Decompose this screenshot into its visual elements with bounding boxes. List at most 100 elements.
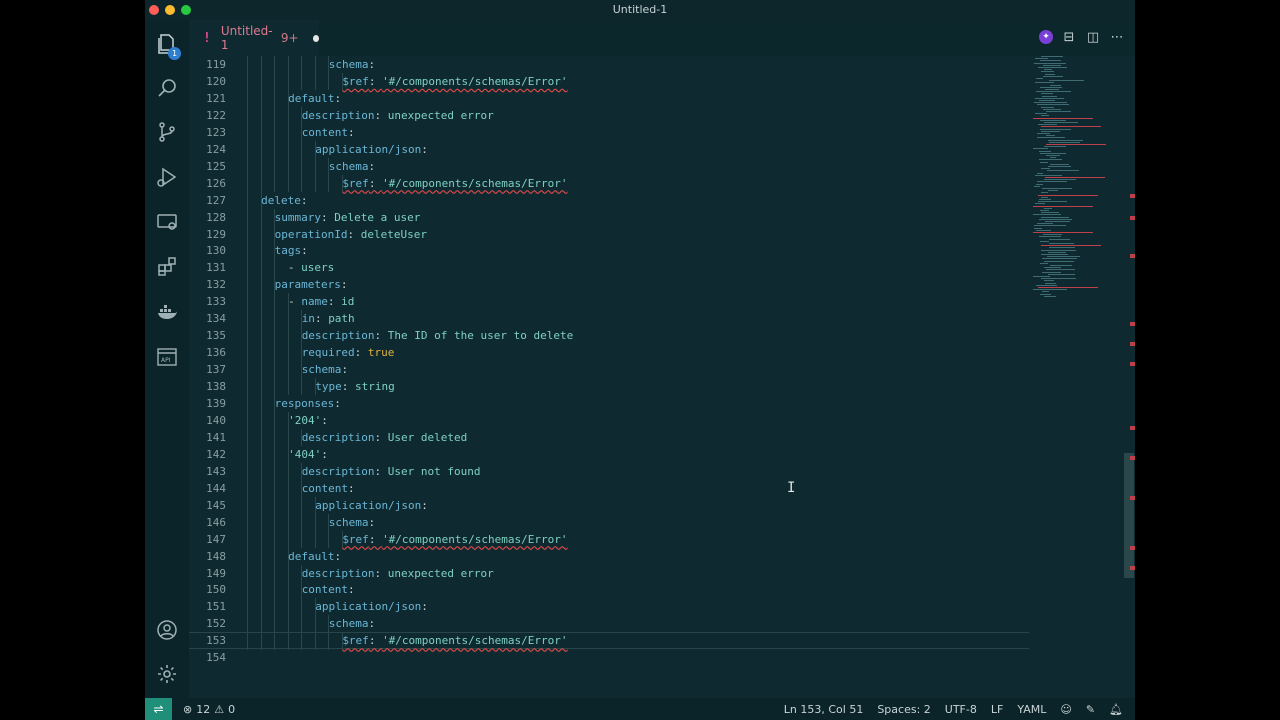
minimize-window-button[interactable]: [165, 5, 175, 15]
remote-indicator-icon[interactable]: ⇌: [145, 698, 172, 720]
code-line[interactable]: 136 required: true: [189, 344, 1029, 362]
code-text: - users: [274, 259, 334, 276]
language-mode[interactable]: YAML: [1017, 703, 1046, 716]
code-line[interactable]: 132 parameters:: [189, 276, 1029, 294]
minimap-line: [1049, 141, 1080, 143]
indent-guide: [287, 378, 289, 396]
code-line[interactable]: 125 schema:: [189, 157, 1029, 175]
indent-guide: [287, 581, 289, 599]
end-of-line[interactable]: LF: [991, 703, 1003, 716]
vertical-scrollbar[interactable]: [1123, 56, 1135, 698]
code-line[interactable]: 129 operationId: deleteUser: [189, 225, 1029, 243]
code-line[interactable]: 120 $ref: '#/components/schemas/Error': [189, 72, 1029, 90]
code-line[interactable]: 128 summary: Delete a user: [189, 208, 1029, 226]
code-token: type: [315, 380, 342, 394]
code-line[interactable]: 154: [189, 649, 1029, 666]
indent-guide: [247, 225, 248, 243]
line-number: 124: [206, 142, 226, 156]
split-editor-icon[interactable]: ◫: [1085, 29, 1101, 45]
code-line[interactable]: 139 responses:: [189, 395, 1029, 412]
code-line[interactable]: 152 schema:: [189, 615, 1029, 633]
code-editor[interactable]: 119 schema: 120 $ref: '#/components/schemas…: [189, 56, 1135, 698]
code-line[interactable]: 130 tags:: [189, 242, 1029, 260]
notifications-bell-icon[interactable]: 🔔︎: [1109, 703, 1123, 716]
code-line[interactable]: 148 default:: [189, 547, 1029, 565]
indent-guide: [260, 140, 262, 158]
encoding[interactable]: UTF-8: [945, 703, 977, 716]
problems-indicator[interactable]: ⊗ 12 ⚠ 0: [183, 698, 235, 720]
indent-guide: [287, 564, 289, 582]
code-line[interactable]: 135 description: The ID of the user to de…: [189, 327, 1029, 345]
docker-icon[interactable]: [145, 292, 189, 332]
code-line[interactable]: 133 - name: id: [189, 293, 1029, 311]
code-line[interactable]: 127 delete:: [189, 191, 1029, 209]
minimap-line: [1037, 181, 1067, 183]
code-line[interactable]: 119 schema:: [189, 56, 1029, 73]
code-line[interactable]: 122 description: unexpected error: [189, 106, 1029, 124]
code-line[interactable]: 123 content:: [189, 123, 1029, 141]
code-line[interactable]: 149 description: unexpected error: [189, 564, 1029, 582]
indent-guide: [260, 615, 262, 633]
indent-guide: [260, 327, 262, 345]
code-line[interactable]: 138 type: string: [189, 378, 1029, 396]
code-line[interactable]: 147 $ref: '#/components/schemas/Error': [189, 530, 1029, 548]
indent-guide: [274, 530, 276, 548]
code-line[interactable]: 153 $ref: '#/components/schemas/Error': [189, 632, 1029, 651]
code-line[interactable]: 144 content:: [189, 479, 1029, 497]
code-token: -: [274, 261, 302, 275]
scrollbar-thumb[interactable]: [1124, 453, 1134, 578]
indent-guide: [260, 276, 262, 294]
more-actions-icon[interactable]: ⋯: [1109, 29, 1125, 45]
line-number: 140: [206, 413, 226, 427]
code-token: description: [301, 329, 375, 343]
line-number: 151: [206, 600, 226, 614]
code-line[interactable]: 145 application/json:: [189, 496, 1029, 514]
indent-guide: [247, 445, 248, 463]
code-line[interactable]: 142 '404':: [189, 445, 1029, 463]
unsaved-dot-icon[interactable]: [312, 34, 319, 42]
api-icon[interactable]: API: [145, 337, 189, 377]
account-icon[interactable]: [145, 610, 189, 650]
explorer-files-icon[interactable]: 1: [145, 24, 189, 64]
copilot-status-icon[interactable]: ☺: [1060, 703, 1071, 716]
source-control-icon[interactable]: [145, 112, 189, 152]
minimap-line: [1042, 95, 1057, 97]
minimap-line: [1044, 146, 1066, 148]
line-number: 129: [206, 227, 226, 241]
copilot-icon[interactable]: ✦: [1039, 30, 1053, 44]
minimap-line: [1041, 254, 1068, 255]
open-preview-icon[interactable]: ⊟: [1061, 29, 1077, 45]
code-line[interactable]: 143 description: User not found: [189, 462, 1029, 480]
code-line[interactable]: 151 application/json:: [189, 598, 1029, 616]
run-debug-icon[interactable]: [145, 157, 189, 197]
code-line[interactable]: 131 - users: [189, 259, 1029, 277]
code-token: true: [367, 346, 395, 360]
code-line[interactable]: 141 description: User deleted: [189, 428, 1029, 446]
indentation[interactable]: Spaces: 2: [877, 703, 930, 716]
code-line[interactable]: 146 schema:: [189, 513, 1029, 531]
search-icon[interactable]: [145, 68, 189, 108]
maximize-window-button[interactable]: [181, 5, 191, 15]
indent-guide: [287, 462, 289, 480]
code-line[interactable]: 126 $ref: '#/components/schemas/Error': [189, 174, 1029, 192]
minimap[interactable]: [1033, 56, 1123, 316]
code-line[interactable]: 150 content:: [189, 581, 1029, 599]
indent-guide: [287, 479, 289, 497]
indent-guide: [260, 157, 262, 175]
extensions-icon[interactable]: [145, 247, 189, 287]
settings-gear-icon[interactable]: [145, 654, 189, 694]
feedback-icon[interactable]: ✎: [1086, 703, 1095, 716]
code-line[interactable]: 121 default:: [189, 89, 1029, 107]
code-line[interactable]: 134 in: path: [189, 310, 1029, 328]
indent-guide: [247, 191, 248, 209]
indent-guide: [287, 496, 289, 514]
cursor-position[interactable]: Ln 153, Col 51: [784, 703, 864, 716]
code-line[interactable]: 137 schema:: [189, 361, 1029, 379]
remote-explorer-icon[interactable]: [145, 202, 189, 242]
line-number: 122: [206, 108, 226, 122]
code-line[interactable]: 140 '204':: [189, 411, 1029, 429]
close-window-button[interactable]: [149, 5, 159, 15]
indent-guide: [247, 157, 248, 175]
tab-untitled-1[interactable]: ! Untitled-1 9+: [189, 20, 319, 56]
code-line[interactable]: 124 application/json:: [189, 140, 1029, 158]
